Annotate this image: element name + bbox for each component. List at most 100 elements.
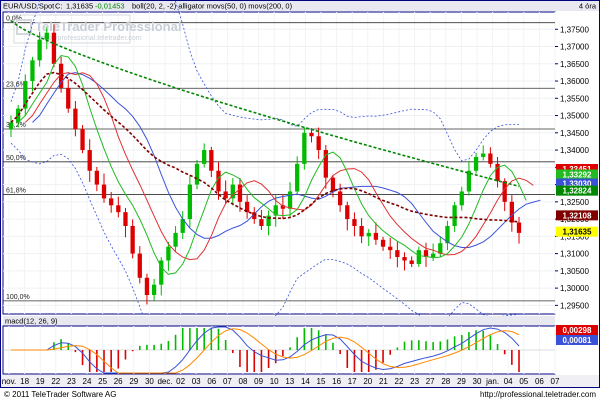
candle-up: [452, 205, 457, 226]
x-tick-label: 23: [67, 377, 76, 386]
candle-down: [223, 191, 228, 199]
y-tick-label: 1,31000: [560, 250, 589, 259]
x-tick-label: 28: [441, 377, 450, 386]
main-plot-area: [2, 11, 556, 315]
price-tag-text: 1,31635: [563, 228, 592, 237]
candle-down: [80, 129, 85, 151]
candle-down: [330, 177, 336, 192]
x-tick-label: 17: [348, 377, 357, 386]
candle-up: [430, 253, 436, 258]
x-tick-label: 21: [379, 377, 388, 386]
header-timeframe: 4 óra: [579, 2, 597, 11]
candle-up: [481, 153, 486, 157]
candle-down: [488, 153, 493, 164]
candle-up: [202, 150, 207, 164]
x-tick-label: 19: [36, 377, 45, 386]
candle-down: [395, 250, 400, 258]
x-tick-label: 14: [301, 377, 310, 386]
x-tick-label: 29: [129, 377, 138, 386]
x-tick-label: 22: [395, 377, 404, 386]
price-tag-text: 1,32108: [563, 211, 592, 220]
candle-up: [151, 284, 157, 296]
macd-label: macd(12, 26, 9): [5, 317, 58, 326]
price-tag-text: 1,32824: [563, 187, 592, 196]
candle-down: [259, 219, 264, 226]
x-tick-label: 27: [426, 377, 435, 386]
candle-down: [87, 150, 92, 171]
x-tick-label: 24: [83, 377, 92, 386]
fib-label: 61,8%: [6, 188, 26, 195]
x-tick-label: 10: [270, 377, 279, 386]
y-tick-label: 1,36500: [560, 60, 589, 69]
candle-up: [8, 122, 14, 130]
candle-down: [101, 184, 107, 199]
candle-up: [473, 156, 479, 171]
candle-up: [295, 163, 300, 192]
candle-down: [130, 225, 135, 254]
candle-down: [209, 150, 214, 171]
candle-down: [116, 205, 121, 213]
x-tick-label: 06: [535, 377, 544, 386]
footer-copyright: © 2011 TeleTrader Software AG: [4, 390, 116, 399]
price-chart: EUR/USD Spot C: 1,31635 -0,01453 boll(20…: [0, 0, 600, 400]
candle-down: [137, 253, 142, 278]
candle-down: [109, 198, 114, 206]
x-tick-label: 05: [519, 377, 528, 386]
chart-window: EUR/USD Spot C: 1,31635 -0,01453 boll(20…: [0, 0, 600, 400]
candle-down: [123, 212, 128, 226]
candle-up: [23, 81, 28, 109]
candle-down: [337, 191, 343, 206]
x-tick-label: 18: [20, 377, 29, 386]
candle-up: [187, 184, 193, 220]
x-tick-label: jan.: [485, 377, 499, 386]
x-tick-label: 07: [551, 377, 560, 386]
watermark-brand: TeleTrader Professional: [35, 19, 181, 34]
fib-label: 23,6%: [6, 81, 26, 88]
macd-tag-top-text: 0,00298: [563, 326, 592, 335]
y-tick-label: 1,36000: [560, 77, 589, 86]
candle-down: [345, 205, 350, 220]
candle-down: [66, 87, 71, 109]
header-indicators: boll(20, 2, -2) alligator movs(50, 0) mo…: [132, 2, 293, 11]
price-tag-text: 1,33292: [563, 170, 592, 179]
header-change-value: -0,01453: [95, 2, 125, 11]
x-tick-label: nov.: [2, 377, 17, 386]
x-tick-label: 15: [317, 377, 326, 386]
y-tick-label: 1,34000: [560, 146, 589, 155]
footer-url: http://professional.teletrader.com: [480, 390, 596, 399]
x-tick-label: 06: [207, 377, 216, 386]
candle-down: [509, 201, 514, 223]
x-tick-label: 30: [473, 377, 482, 386]
x-tick-label: 20: [363, 377, 372, 386]
candle-up: [366, 232, 371, 237]
candle-down: [352, 219, 357, 226]
x-tick-label: 03: [192, 377, 201, 386]
x-tick-label: 13: [285, 377, 294, 386]
x-tick-label: 02: [176, 377, 185, 386]
x-tick-label: 04: [504, 377, 513, 386]
y-tick-label: 1,29500: [560, 301, 589, 310]
candle-up: [416, 250, 421, 264]
candle-up: [194, 163, 200, 185]
y-tick-label: 1,34500: [560, 129, 589, 138]
x-tick-label: 07: [223, 377, 232, 386]
candle-down: [388, 246, 393, 251]
header-close-value: 1,31635: [66, 2, 93, 11]
candle-down: [373, 232, 379, 240]
candle-up: [173, 232, 178, 247]
candle-down: [516, 222, 522, 233]
x-tick-label: 09: [254, 377, 263, 386]
candle-down: [359, 225, 364, 237]
x-tick-label: 25: [98, 377, 107, 386]
y-tick-label: 1,32500: [560, 198, 589, 207]
candle-up: [459, 191, 464, 206]
candle-up: [44, 32, 49, 40]
candle-down: [51, 32, 57, 64]
macd-tag-bottom-text: 0,00081: [563, 336, 592, 345]
candle-down: [409, 260, 414, 264]
x-tick-label: 23: [410, 377, 419, 386]
y-tick-label: 1,35000: [560, 112, 589, 121]
candle-down: [73, 108, 78, 130]
header-symbol: EUR/USD Spot: [3, 2, 55, 11]
candle-down: [380, 239, 386, 247]
